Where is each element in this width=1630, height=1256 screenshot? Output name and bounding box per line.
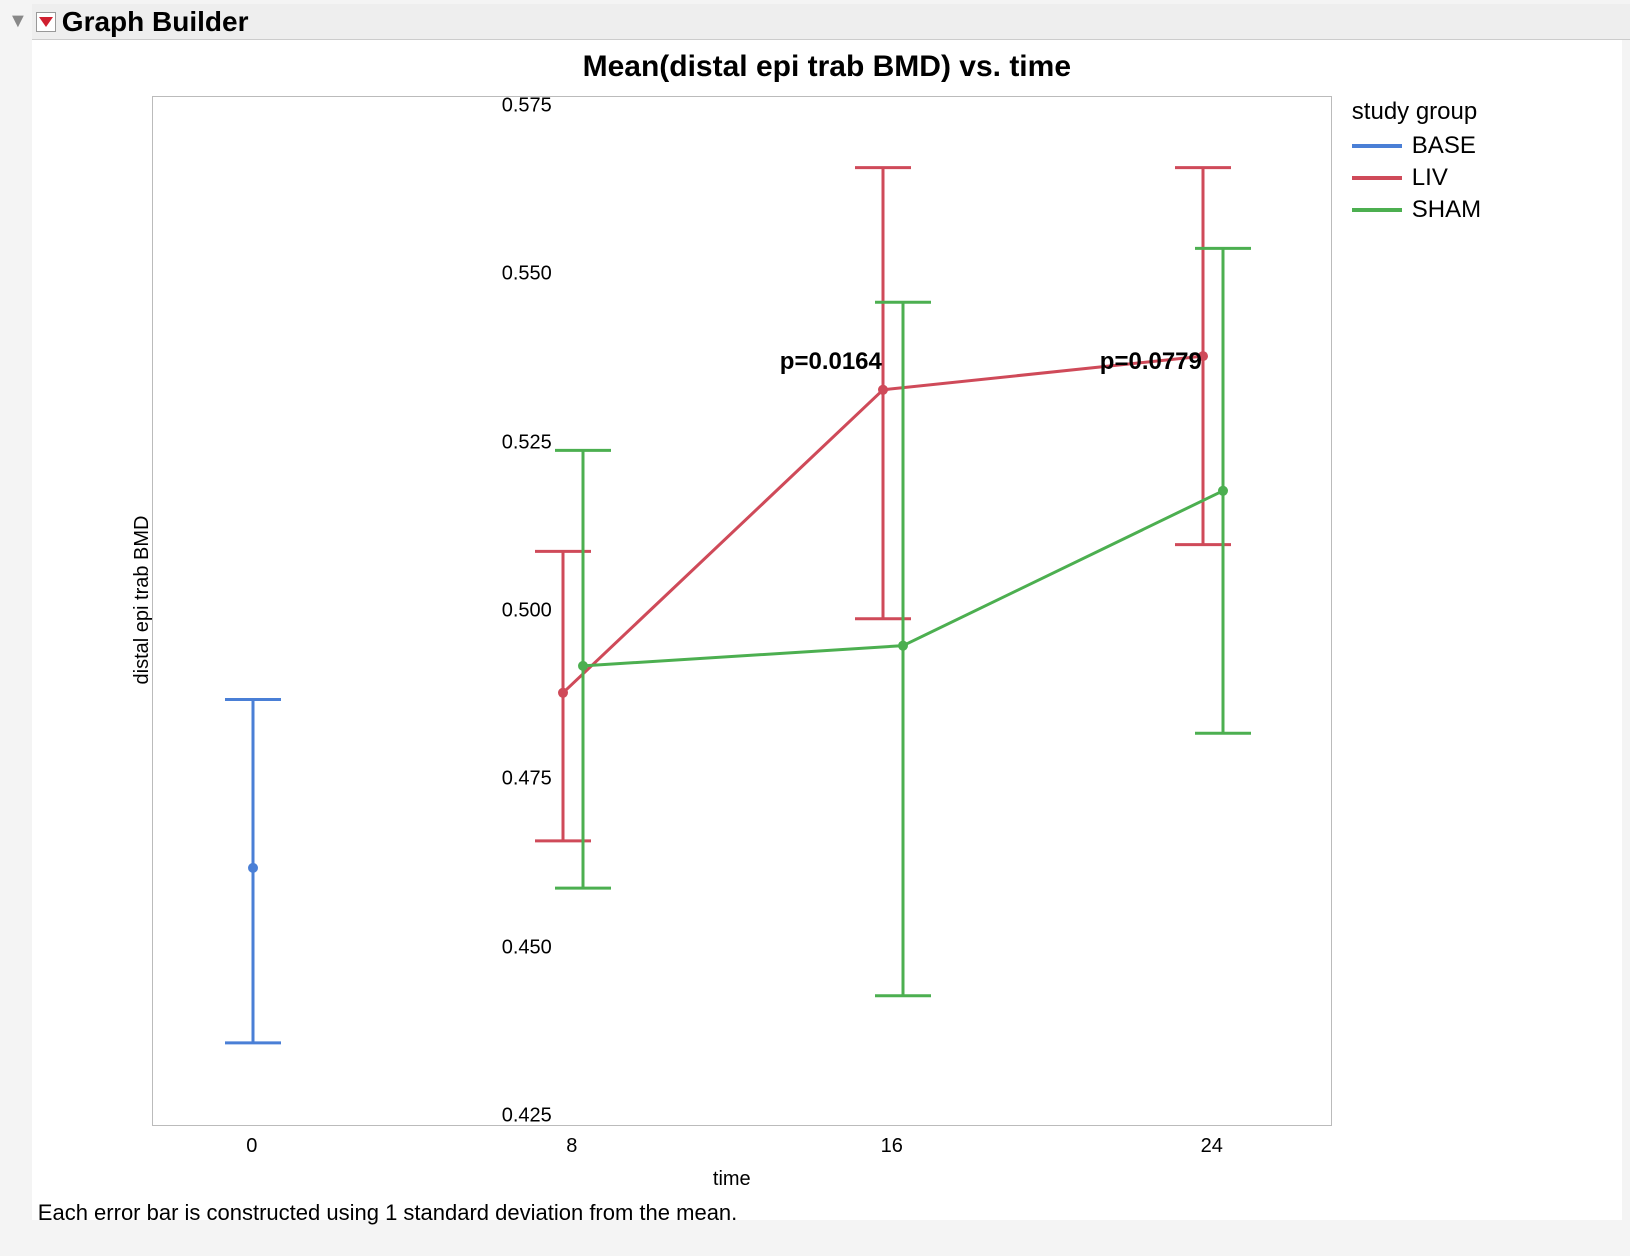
chart-annotation: p=0.0164 (780, 348, 882, 376)
legend-swatch (1352, 208, 1402, 212)
legend-title: study group (1352, 98, 1481, 126)
legend: study group BASE LIV SHAM (1352, 98, 1481, 226)
chart-title: Mean(distal epi trab BMD) vs. time (32, 50, 1622, 84)
panel-title: Graph Builder (62, 6, 249, 38)
y-tick-label: 0.425 (472, 1105, 552, 1128)
panel-menu-button[interactable] (36, 12, 56, 32)
disclosure-triangle-icon[interactable]: ▼ (6, 4, 32, 33)
plot-svg (153, 97, 1333, 1127)
x-axis-label: time (713, 1168, 751, 1191)
legend-swatch (1352, 144, 1402, 148)
legend-label: LIV (1412, 164, 1448, 192)
x-tick-label: 24 (1201, 1135, 1223, 1158)
red-triangle-icon (39, 17, 53, 27)
y-axis-label: distal epi trab BMD (131, 516, 154, 685)
y-tick-label: 0.525 (472, 431, 552, 454)
x-tick-label: 0 (246, 1135, 257, 1158)
panel-titlebar: Graph Builder (32, 4, 1630, 40)
x-tick-label: 8 (566, 1135, 577, 1158)
y-tick-label: 0.450 (472, 936, 552, 959)
legend-item[interactable]: BASE (1352, 130, 1481, 162)
chart-annotation: p=0.0779 (1100, 348, 1202, 376)
y-tick-label: 0.500 (472, 600, 552, 623)
y-tick-label: 0.550 (472, 263, 552, 286)
legend-swatch (1352, 176, 1402, 180)
legend-item[interactable]: SHAM (1352, 194, 1481, 226)
legend-label: SHAM (1412, 196, 1481, 224)
legend-label: BASE (1412, 132, 1476, 160)
y-tick-label: 0.475 (472, 768, 552, 791)
plot-frame[interactable] (152, 96, 1332, 1126)
chart-footnote: Each error bar is constructed using 1 st… (38, 1200, 737, 1226)
app-root: ▼ Graph Builder Mean(distal epi trab BMD… (0, 0, 1630, 1220)
content-column: Graph Builder Mean(distal epi trab BMD) … (32, 4, 1630, 1220)
figure-area: Mean(distal epi trab BMD) vs. time 0.425… (32, 40, 1622, 1220)
x-tick-label: 16 (881, 1135, 903, 1158)
legend-item[interactable]: LIV (1352, 162, 1481, 194)
y-tick-label: 0.575 (472, 95, 552, 118)
